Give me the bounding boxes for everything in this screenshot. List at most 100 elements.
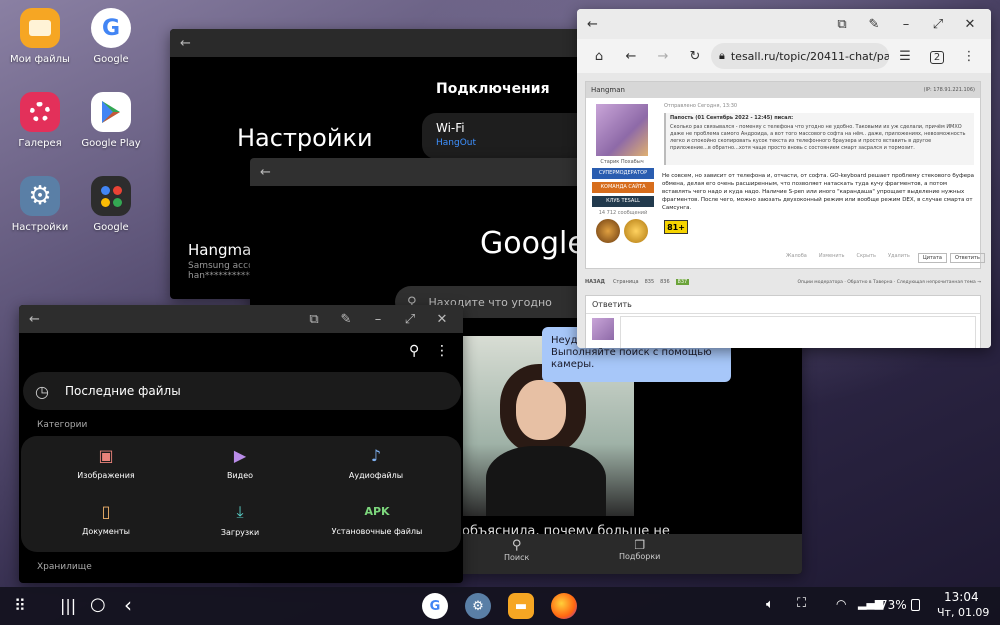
reply-textarea[interactable] [620, 316, 976, 348]
wifi-icon[interactable]: ◠ [836, 597, 846, 611]
back-arrow-icon[interactable]: ← [29, 312, 40, 327]
category-images[interactable]: ▣ Изображения [61, 446, 151, 480]
pin-icon[interactable]: ✎ [863, 17, 885, 32]
battery-level: 73% [880, 598, 907, 612]
back-icon[interactable]: ← [615, 49, 647, 64]
age-badge: 81+ [664, 220, 688, 234]
menu-icon[interactable]: ⋮ [953, 49, 985, 64]
taskbar-firefox-icon[interactable] [551, 593, 577, 619]
app-drawer-icon[interactable]: ⠿ [14, 596, 26, 615]
search-icon: ⚲ [511, 538, 522, 553]
reader-icon[interactable]: ☰ [889, 49, 921, 64]
category-downloads[interactable]: ⤓ Загрузки [195, 502, 285, 537]
home-icon[interactable]: ⌂ [583, 49, 615, 64]
post-body: Не совсем, но зависит от телефона и, отч… [662, 173, 974, 211]
desktop-icon-my-files[interactable]: Мои файлы [0, 8, 80, 65]
desktop-icon-google-folder[interactable]: Google [71, 176, 151, 233]
minimize-icon[interactable]: – [895, 17, 917, 32]
reply-box: Ответить [585, 295, 981, 348]
back-arrow-icon[interactable]: ← [260, 165, 271, 180]
flower-icon [20, 92, 60, 132]
categories-heading: Категории [37, 420, 88, 430]
browser-titlebar[interactable]: ← ⧉ ✎ – ⤢ ✕ [577, 9, 991, 39]
search-icon[interactable]: ⚲ [409, 343, 419, 359]
back-arrow-icon[interactable]: ← [587, 17, 598, 32]
pin-icon[interactable]: ✎ [335, 312, 357, 327]
folder-icon [20, 8, 60, 48]
delete-link[interactable]: Удалить [888, 253, 910, 263]
gear-icon: ⚙ [20, 176, 60, 216]
clock-date[interactable]: Чт, 01.09 [937, 606, 989, 619]
forward-icon[interactable]: → [647, 49, 679, 64]
page-837[interactable]: 837 [675, 279, 690, 285]
moderator-options[interactable]: Опции модератора · Обратно в Таверна · С… [797, 280, 981, 285]
my-files-window[interactable]: ← ⧉ ✎ – ⤢ ✕ ⚲ ⋮ ◷ Последние файлы Катего… [19, 305, 463, 583]
browser-window[interactable]: ← ⧉ ✎ – ⤢ ✕ ⌂ ← → ↻ 🔒︎ tesall.ru/topic/2… [577, 9, 991, 348]
app-folder-icon [91, 176, 131, 216]
nav-collections[interactable]: ❐ Подборки [619, 538, 660, 561]
edit-link[interactable]: Изменить [819, 253, 845, 263]
reload-icon[interactable]: ↻ [679, 49, 711, 64]
post-card: Hangman (IP: 178.91.221.106) Старик Поха… [585, 81, 985, 269]
desktop-icon-google-play[interactable]: Google Play [71, 92, 151, 149]
maximize-icon[interactable]: ⤢ [399, 312, 421, 327]
files-titlebar[interactable]: ← ⧉ ✎ – ⤢ ✕ [19, 305, 463, 333]
close-icon[interactable]: ✕ [959, 17, 981, 32]
recent-files-item[interactable]: ◷ Последние файлы [23, 372, 461, 410]
video-icon: ▶ [233, 446, 247, 465]
clock-time[interactable]: 13:04 [944, 590, 979, 604]
hide-link[interactable]: Скрыть [856, 253, 876, 263]
settings-title: Настройки [237, 124, 373, 152]
url-field[interactable]: 🔒︎ tesall.ru/topic/20411-chat/page-83 [711, 43, 889, 69]
settings-titlebar[interactable]: ← [170, 29, 590, 57]
speaker-icon[interactable]: 🔈︎ [766, 597, 774, 612]
report-link[interactable]: Жалоба [786, 253, 807, 263]
back-arrow-icon[interactable]: ← [180, 36, 191, 51]
category-installers[interactable]: APK Установочные файлы [321, 502, 433, 536]
reply-avatar [592, 318, 614, 340]
category-video[interactable]: ▶ Видео [195, 446, 285, 480]
web-page: Hangman (IP: 178.91.221.106) Старик Поха… [577, 73, 991, 348]
maximize-icon[interactable]: ⤢ [927, 17, 949, 32]
taskbar-google-icon[interactable]: G [422, 593, 448, 619]
desktop-icon-google[interactable]: G Google [71, 8, 151, 65]
page-835[interactable]: 835 [645, 279, 655, 285]
more-options-icon[interactable]: ⋮ [435, 343, 449, 359]
image-icon: ▣ [98, 446, 114, 465]
reply-button[interactable]: Ответить [949, 253, 985, 263]
quote-button[interactable]: Цитата [917, 253, 947, 263]
nav-search[interactable]: ⚲ Поиск [504, 538, 529, 562]
pagination-bar: НАЗАД Страница 835 836 837 Опции модерат… [585, 279, 981, 285]
post-ip: (IP: 178.91.221.106) [923, 87, 975, 93]
wifi-item[interactable]: Wi-Fi HangOut [422, 113, 590, 159]
back-icon[interactable]: ‹ [124, 593, 132, 617]
category-documents[interactable]: ▯ Документы [61, 502, 151, 536]
document-icon: ▯ [101, 502, 111, 521]
home-icon[interactable]: ○ [90, 594, 106, 615]
split-view-icon[interactable]: ⧉ [303, 312, 325, 327]
tab-count[interactable]: 2 [921, 49, 953, 64]
wifi-label: Wi-Fi [436, 121, 465, 135]
taskbar-settings-icon[interactable]: ⚙ [465, 593, 491, 619]
play-store-icon [91, 92, 131, 132]
split-view-icon[interactable]: ⧉ [831, 17, 853, 32]
page-836[interactable]: 836 [660, 279, 670, 285]
category-audio[interactable]: ♪ Аудиофайлы [331, 446, 421, 480]
google-logo: Google [480, 226, 586, 261]
badge-supermoderator: СУПЕРМОДЕРАТОР [592, 168, 654, 179]
desktop-icon-gallery[interactable]: Галерея [0, 92, 80, 149]
recents-icon[interactable]: ||| [60, 596, 76, 615]
badge-site-team: КОМАНДА САЙТА [592, 182, 654, 193]
close-icon[interactable]: ✕ [431, 312, 453, 327]
clock-icon: ◷ [35, 381, 49, 401]
lock-icon: 🔒︎ [719, 49, 725, 62]
taskbar [0, 587, 1000, 625]
storage-heading: Хранилище [37, 562, 92, 572]
taskbar-files-icon[interactable]: ▬ [508, 593, 534, 619]
user-avatar[interactable] [596, 104, 648, 156]
screen-capture-icon[interactable]: ⛶ [797, 596, 806, 611]
post-username[interactable]: Hangman [591, 86, 625, 94]
desktop-icon-settings[interactable]: ⚙ Настройки [0, 176, 80, 233]
back-link[interactable]: НАЗАД [585, 279, 605, 285]
minimize-icon[interactable]: – [367, 312, 389, 327]
